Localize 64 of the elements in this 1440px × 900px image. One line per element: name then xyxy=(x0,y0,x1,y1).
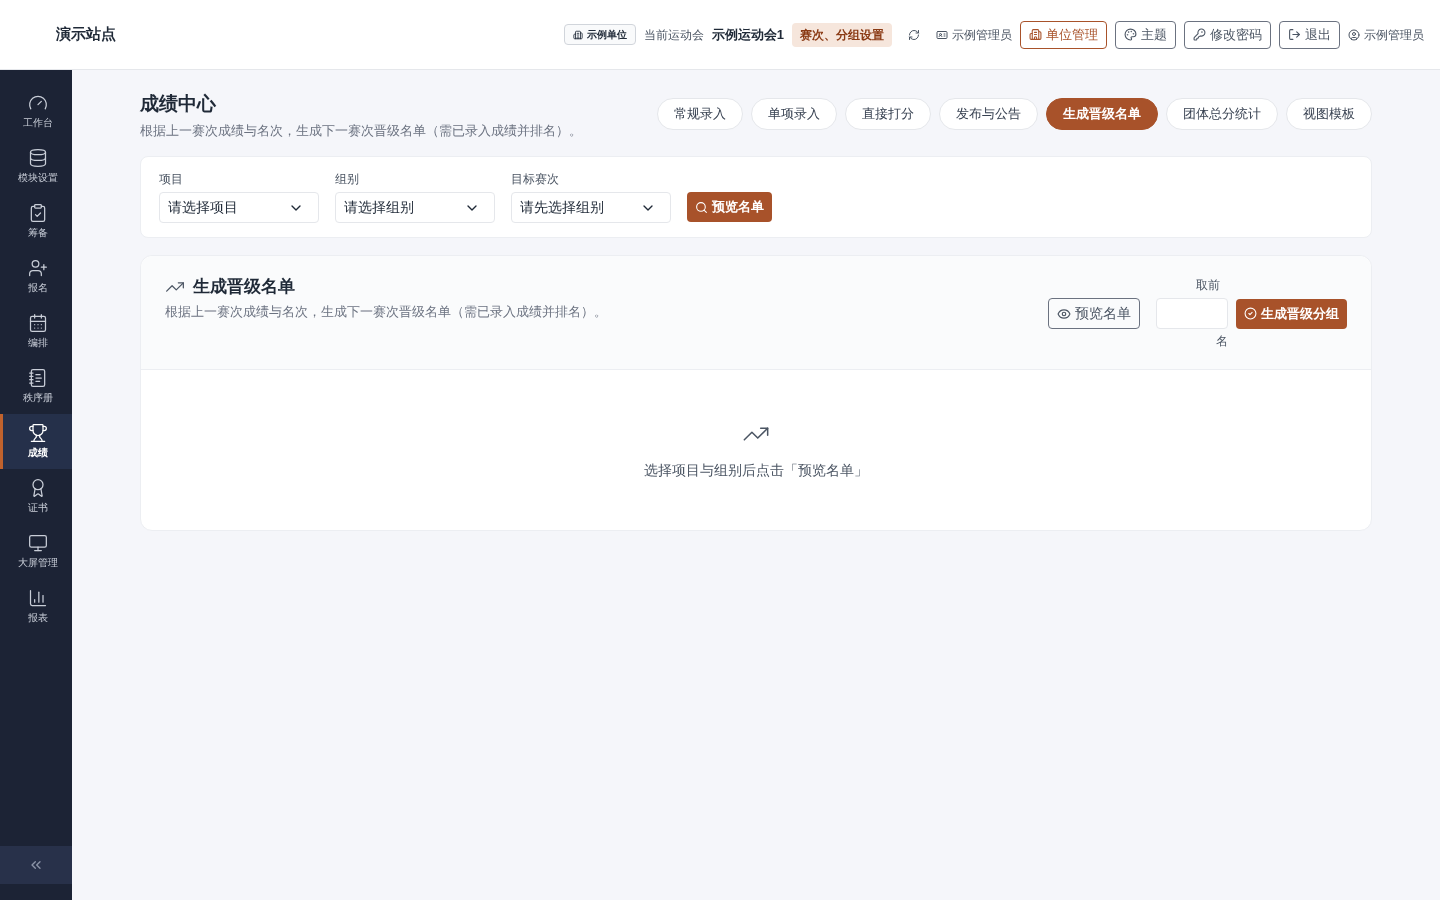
panel-title: 生成晋级名单 xyxy=(193,276,295,298)
tab[interactable]: 发布与公告 xyxy=(939,98,1038,130)
tab[interactable]: 直接打分 xyxy=(845,98,931,130)
bar-chart-icon xyxy=(27,588,48,608)
page-subtitle: 根据上一赛次成绩与名次，生成下一赛次晋级名单（需已录入成绩并排名）。 xyxy=(140,121,582,140)
page-title: 成绩中心 xyxy=(140,92,217,116)
site-title: 演示站点 xyxy=(56,24,116,45)
id-card-icon xyxy=(936,28,948,41)
check-icon xyxy=(1244,307,1257,320)
field-label: 目标赛次 xyxy=(511,171,560,188)
field-label: 组别 xyxy=(335,171,360,188)
notebook-icon xyxy=(27,368,48,388)
sidebar-item[interactable]: 筹备 xyxy=(0,194,72,249)
trophy-icon xyxy=(27,423,48,443)
settings-tag[interactable]: 赛次、分组设置 xyxy=(792,22,892,47)
select-field[interactable]: 请选择组别 xyxy=(335,192,495,223)
sidebar-item[interactable]: 秩序册 xyxy=(0,359,72,414)
preview-button[interactable]: 预览名单 xyxy=(687,192,772,222)
empty-message: 选择项目与组别后点击「预览名单」 xyxy=(644,460,868,480)
select-field[interactable]: 请先选择组别 xyxy=(511,192,671,223)
palette-icon xyxy=(1124,28,1137,41)
panel-description: 根据上一赛次成绩与名次，生成下一赛次晋级名单（需已录入成绩并排名）。 xyxy=(165,302,607,321)
sidebar-item[interactable]: 模块设置 xyxy=(0,139,72,194)
sidebar-item[interactable]: 报表 xyxy=(0,579,72,634)
top-suffix: 名 xyxy=(1216,333,1228,350)
building-icon xyxy=(572,29,583,40)
field-label: 项目 xyxy=(159,171,184,188)
building-icon xyxy=(1029,28,1042,41)
generate-button[interactable]: 生成晋级分组 xyxy=(1236,298,1347,329)
unit-badge: 示例单位 xyxy=(563,24,636,45)
database-icon xyxy=(27,148,48,168)
eye-icon xyxy=(1057,306,1071,321)
current-meet-label: 当前运动会 xyxy=(643,26,704,44)
collapse-button[interactable] xyxy=(0,846,72,884)
user-plus-icon xyxy=(27,258,48,278)
admin-label: 示例管理员 xyxy=(936,25,1012,44)
select-field[interactable]: 请选择项目 xyxy=(159,192,319,223)
tab[interactable]: 视图模板 xyxy=(1286,98,1372,130)
refresh-icon[interactable] xyxy=(908,28,920,41)
sidebar-item[interactable]: 报名 xyxy=(0,249,72,304)
logout-icon xyxy=(1288,28,1301,41)
sidebar-item[interactable]: 成绩 xyxy=(0,414,72,469)
tab[interactable]: 生成晋级名单 xyxy=(1046,98,1158,130)
key-icon xyxy=(1193,28,1206,41)
search-icon xyxy=(695,200,708,214)
header-button[interactable]: 单位管理 xyxy=(1020,20,1107,49)
calendar-icon xyxy=(27,313,48,333)
meet-name: 示例运动会1 xyxy=(711,25,784,44)
preview-list-button[interactable]: 预览名单 xyxy=(1048,298,1140,329)
tab[interactable]: 团体总分统计 xyxy=(1166,98,1278,130)
monitor-icon xyxy=(27,533,48,553)
header-button[interactable]: 退出 xyxy=(1279,20,1340,49)
tab[interactable]: 常规录入 xyxy=(657,98,743,130)
sidebar-item[interactable]: 工作台 xyxy=(0,84,72,139)
sidebar-item[interactable]: 编排 xyxy=(0,304,72,359)
user-icon xyxy=(1348,28,1360,41)
top-count-field[interactable] xyxy=(1156,298,1228,329)
sidebar-item[interactable]: 大屏管理 xyxy=(0,524,72,579)
top-label: 取前 xyxy=(1196,277,1220,294)
sidebar-item[interactable]: 证书 xyxy=(0,469,72,524)
header-button[interactable]: 主题 xyxy=(1115,20,1176,49)
header-button[interactable]: 修改密码 xyxy=(1184,20,1271,49)
user-menu[interactable]: 示例管理员 xyxy=(1348,25,1424,44)
tab[interactable]: 单项录入 xyxy=(751,98,837,130)
